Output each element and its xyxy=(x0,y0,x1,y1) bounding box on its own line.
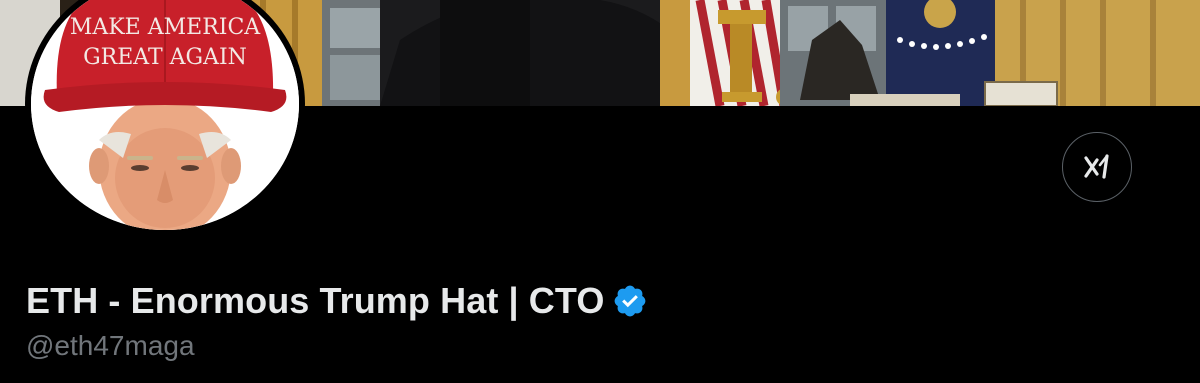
avatar[interactable]: MAKE AMERICA GREAT AGAIN xyxy=(31,0,299,230)
svg-text:GREAT AGAIN: GREAT AGAIN xyxy=(83,45,247,70)
avatar-border: MAKE AMERICA GREAT AGAIN xyxy=(25,0,305,236)
trump-portrait-with-hat: MAKE AMERICA GREAT AGAIN xyxy=(31,0,299,230)
verified-badge-icon[interactable] xyxy=(612,283,648,319)
user-handle: @eth47maga xyxy=(26,330,195,361)
profile-header: MAKE AMERICA GREAT AGAIN ETH - Enormous … xyxy=(0,0,1200,383)
grok-icon xyxy=(1084,154,1109,179)
display-name-row: ETH - Enormous Trump Hat | CTO xyxy=(26,278,648,324)
svg-text:MAKE AMERICA: MAKE AMERICA xyxy=(70,15,261,40)
grok-button[interactable] xyxy=(1062,132,1132,202)
display-name: ETH - Enormous Trump Hat | CTO xyxy=(26,280,605,321)
